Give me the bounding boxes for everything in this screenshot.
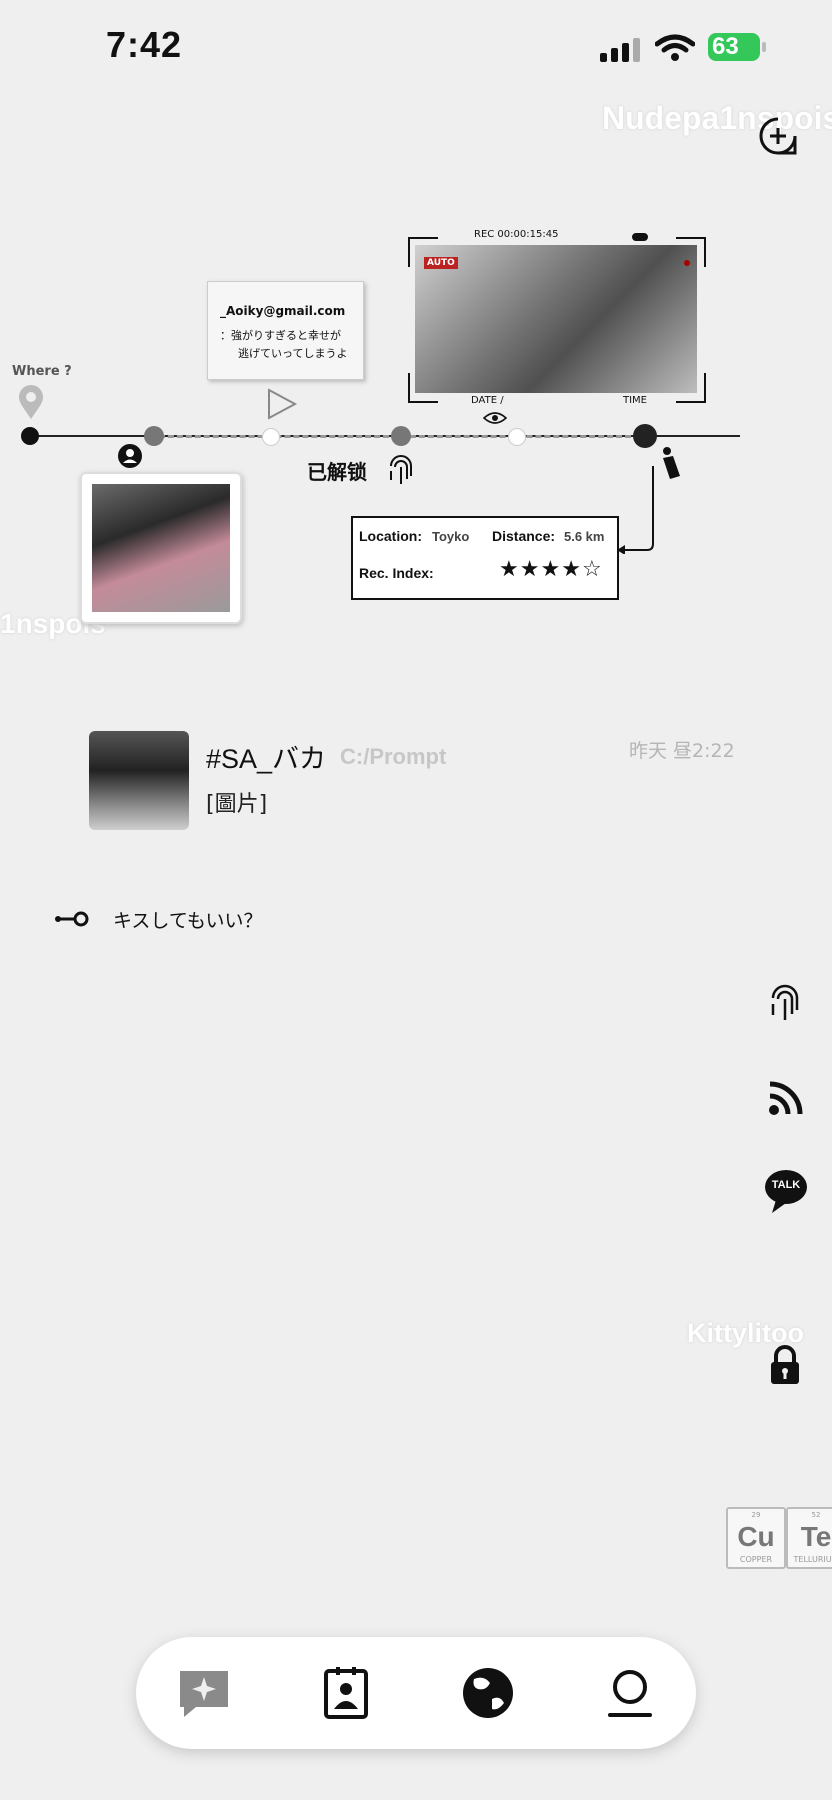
play-icon[interactable]	[265, 386, 299, 422]
timeline-node[interactable]	[391, 426, 411, 446]
photo-card[interactable]	[80, 472, 242, 624]
chat-name: #SA_バカ	[206, 744, 327, 774]
cellular-signal-icon	[600, 38, 640, 62]
battery-indicator: 63	[708, 33, 760, 61]
toggle-icon	[632, 233, 648, 241]
user-avatar-icon	[118, 444, 142, 468]
star-filled-icon: ★	[519, 557, 540, 582]
timeline-node[interactable]	[144, 426, 164, 446]
location-info-box: Location: Toyko Distance: 5.6 km Rec. In…	[351, 516, 619, 600]
rec-index-label: Rec. Index:	[359, 565, 434, 581]
star-empty-icon: ☆	[581, 557, 602, 582]
unlocked-label: 已解锁	[307, 460, 367, 484]
battery-tip	[762, 42, 766, 52]
element-symbol: Cu	[737, 1521, 775, 1552]
camera-time-label: TIME	[620, 395, 651, 406]
person-marker-icon	[663, 447, 680, 479]
star-filled-icon: ★	[561, 557, 581, 582]
element-tile-tellurium: 52 Te TELLURIUM	[786, 1507, 832, 1569]
camera-date-label: DATE /	[468, 395, 507, 406]
key-icon	[55, 911, 89, 927]
element-name: COPPER	[739, 1555, 773, 1564]
camera-auto-badge: AUTO	[424, 257, 458, 269]
discover-tab-icon[interactable]	[460, 1665, 516, 1721]
email-address: _Aoiky@gmail.com	[220, 304, 346, 318]
rating-stars: ★★★★☆	[499, 559, 603, 581]
element-tile-copper: 29 Cu COPPER	[726, 1507, 786, 1569]
chat-timestamp: 昨天 昼2:22	[629, 740, 735, 762]
quote-text: キスしてもいい？	[113, 910, 263, 932]
status-time: 7:42	[106, 24, 183, 65]
fingerprint-icon[interactable]	[386, 454, 416, 488]
connector-arrow	[617, 466, 654, 554]
star-filled-icon: ★	[499, 557, 519, 582]
contacts-tab-icon[interactable]	[318, 1665, 374, 1721]
element-symbol: Te	[800, 1521, 832, 1552]
element-name: TELLURIUM	[793, 1555, 832, 1564]
camera-rec-label: REC 00:00:15:45	[470, 229, 563, 240]
eye-icon[interactable]	[483, 410, 507, 426]
location-pin-icon	[19, 385, 43, 419]
element-number: 29	[751, 1511, 761, 1519]
tab-bar	[136, 1637, 696, 1749]
location-value: Toyko	[432, 529, 470, 544]
add-chat-button[interactable]	[758, 116, 798, 156]
photo-image	[92, 484, 230, 612]
timeline-node[interactable]	[262, 428, 280, 446]
email-note-card[interactable]: _Aoiky@gmail.com ：強がりすぎると幸せが 逃げていってしまうよ	[207, 281, 364, 380]
email-note-line: ：強がりすぎると幸せが	[220, 329, 341, 342]
wifi-icon	[655, 34, 695, 61]
distance-value: 5.6 km	[564, 529, 605, 544]
chat-path: C:/Prompt	[340, 744, 447, 769]
timeline-node[interactable]	[633, 424, 657, 448]
timeline-node[interactable]	[508, 428, 526, 446]
fingerprint-icon[interactable]	[768, 984, 802, 1024]
talk-bubble-icon[interactable]: TALK	[764, 1168, 808, 1214]
profile-tab-icon[interactable]	[602, 1665, 658, 1721]
where-label: Where ?	[12, 364, 72, 379]
chat-avatar[interactable]	[89, 731, 189, 830]
chats-tab-icon[interactable]	[176, 1665, 232, 1721]
email-note-line: 逃げていってしまうよ	[238, 347, 348, 360]
lock-icon[interactable]	[768, 1344, 802, 1386]
star-filled-icon: ★	[540, 557, 561, 582]
talk-label: TALK	[771, 1179, 801, 1191]
rss-icon[interactable]	[768, 1080, 804, 1116]
location-label: Location:	[359, 528, 422, 544]
record-dot	[684, 260, 690, 266]
element-number: 52	[811, 1511, 821, 1519]
chat-last-message: [圖片]	[206, 792, 268, 817]
timeline-node[interactable]	[21, 427, 39, 445]
distance-label: Distance:	[492, 528, 556, 544]
